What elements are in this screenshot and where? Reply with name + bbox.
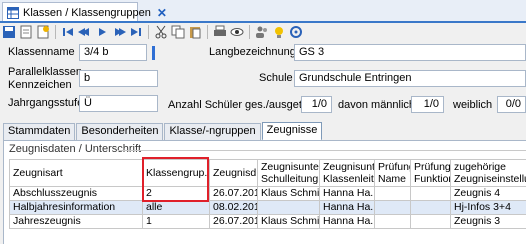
column-header-klassenleitung[interactable]: ZeugnisunteKlassenleitun bbox=[319, 159, 375, 187]
column-header-zeugnisart[interactable]: Zeugnisart bbox=[9, 159, 143, 187]
section-title: Zeugnisdaten / Unterschrift bbox=[9, 143, 142, 155]
schule-field[interactable]: Grundschule Entringen bbox=[294, 70, 526, 87]
cell-zeugniseinstellung[interactable]: Zeugnis 3 bbox=[450, 214, 526, 229]
cell-zeugnisart[interactable]: Jahreszeugnis bbox=[9, 214, 143, 229]
cell-klassengruppe[interactable]: 2 bbox=[142, 186, 210, 201]
cell-pruefung-name[interactable] bbox=[374, 214, 411, 229]
cell-datum[interactable]: 26.07.2019 bbox=[209, 214, 258, 229]
table-row[interactable]: Jahreszeugnis 1 26.07.2019 Klaus Schmi..… bbox=[9, 214, 526, 229]
required-marker bbox=[152, 46, 155, 60]
column-header-zeugnisdatum[interactable]: Zeugnisd... bbox=[209, 159, 258, 187]
column-header-pruefung-name[interactable]: PrüfungName bbox=[374, 159, 411, 187]
first-icon[interactable] bbox=[61, 25, 75, 39]
weiblich-label: weiblich bbox=[453, 99, 493, 111]
column-header-pruefung-funktion[interactable]: PrüfungsFunktion bbox=[410, 159, 451, 187]
table-row[interactable]: Halbjahresinformation alle 08.02.2019 Ha… bbox=[9, 200, 526, 215]
cell-zeugniseinstellung[interactable]: Zeugnis 4 bbox=[450, 186, 526, 201]
cell-pruefung-funktion[interactable] bbox=[410, 214, 451, 229]
anzahl-schueler-field: 1/0 bbox=[301, 96, 332, 113]
section-divider bbox=[118, 150, 526, 151]
cell-zeugniseinstellung[interactable]: Hj-Infos 3+4 bbox=[450, 200, 526, 215]
table-row[interactable]: Abschlusszeugnis 2 26.07.2019 Klaus Schm… bbox=[9, 186, 526, 201]
cell-datum[interactable]: 08.02.2019 bbox=[209, 200, 258, 215]
next-icon[interactable] bbox=[112, 25, 126, 39]
settings-icon[interactable] bbox=[289, 25, 303, 39]
cell-klassenleitung[interactable]: Hanna Ha... bbox=[319, 186, 375, 201]
toolbar-separator bbox=[207, 25, 208, 39]
table-icon bbox=[7, 6, 19, 19]
parallelklassen-field[interactable]: b bbox=[79, 70, 158, 87]
column-header-schulleitung[interactable]: Zeugnisunter Schulleitung bbox=[257, 159, 320, 187]
langbezeichnung-field[interactable]: GS 3 bbox=[294, 44, 526, 61]
weiblich-field: 0/0 bbox=[497, 96, 526, 113]
title-bar: Klassen / Klassengruppen ✕ bbox=[0, 0, 526, 23]
cell-zeugnisart[interactable]: Halbjahresinformation bbox=[9, 200, 143, 215]
prev-icon[interactable] bbox=[78, 25, 92, 39]
tab-bar: Stammdaten Besonderheiten Klasse/-ngrupp… bbox=[3, 122, 323, 141]
maennlich-field: 1/0 bbox=[411, 96, 444, 113]
cell-klassenleitung[interactable]: Hanna Ha... bbox=[319, 214, 375, 229]
document-tab[interactable]: Klassen / Klassengruppen ✕ bbox=[2, 2, 167, 22]
cell-schulleitung[interactable] bbox=[257, 200, 320, 215]
toolbar-separator bbox=[148, 25, 149, 39]
tab-besonderheiten[interactable]: Besonderheiten bbox=[76, 123, 164, 140]
tab-klassengruppen[interactable]: Klasse/-ngruppen bbox=[164, 123, 261, 140]
save-icon[interactable] bbox=[2, 25, 16, 39]
print-icon[interactable] bbox=[213, 25, 227, 39]
column-highlight-marker bbox=[142, 159, 144, 186]
document-icon[interactable] bbox=[19, 25, 33, 39]
table-header-row: Zeugnisart Klassengrup... Zeugnisd... Ze… bbox=[9, 159, 526, 187]
maennlich-label: davon männlich bbox=[338, 99, 416, 111]
tab-zeugnisse[interactable]: Zeugnisse bbox=[261, 122, 323, 141]
toolbar-separator bbox=[55, 25, 56, 39]
cell-pruefung-funktion[interactable] bbox=[410, 200, 451, 215]
copy-icon[interactable] bbox=[171, 25, 185, 39]
klassenname-label: Klassenname bbox=[8, 46, 75, 58]
last-icon[interactable] bbox=[129, 25, 143, 39]
cell-pruefung-name[interactable] bbox=[374, 186, 411, 201]
cell-datum[interactable]: 26.07.2019 bbox=[209, 186, 258, 201]
new-icon[interactable] bbox=[36, 25, 50, 39]
jahrgangsstufe-label: Jahrgangsstufe bbox=[8, 97, 84, 109]
preview-icon[interactable] bbox=[230, 25, 244, 39]
klassenname-field[interactable]: 3/4 b bbox=[79, 44, 147, 61]
cell-schulleitung[interactable]: Klaus Schmi... bbox=[257, 186, 320, 201]
parallelklassen-label: Parallelklassen Kennzeichen bbox=[8, 66, 82, 91]
anzahl-schueler-label: Anzahl Schüler ges./ausgetr. bbox=[168, 99, 309, 111]
toolbar-separator bbox=[249, 25, 250, 39]
paste-icon[interactable] bbox=[188, 25, 202, 39]
langbezeichnung-label: Langbezeichnung bbox=[209, 46, 296, 58]
column-header-zeugniseinstellung[interactable]: zugehörigeZeugniseinstellung bbox=[450, 159, 526, 187]
play-icon[interactable] bbox=[95, 25, 109, 39]
column-header-klassengruppe[interactable]: Klassengrup... bbox=[142, 159, 210, 187]
zeugnis-table: Zeugnisart Klassengrup... Zeugnisd... Ze… bbox=[9, 159, 526, 229]
tab-stammdaten[interactable]: Stammdaten bbox=[3, 123, 76, 140]
jahrgangsstufe-field[interactable]: Ü bbox=[79, 95, 158, 112]
document-tab-title: Klassen / Klassengruppen bbox=[23, 6, 151, 19]
toolbar bbox=[0, 23, 526, 41]
users-icon[interactable] bbox=[255, 25, 269, 39]
schule-label: Schule bbox=[259, 72, 293, 84]
cut-icon[interactable] bbox=[154, 25, 168, 39]
cell-zeugnisart[interactable]: Abschlusszeugnis bbox=[9, 186, 143, 201]
cell-pruefung-funktion[interactable] bbox=[410, 186, 451, 201]
cell-klassengruppe[interactable]: 1 bbox=[142, 214, 210, 229]
lamp-icon[interactable] bbox=[272, 25, 286, 39]
cell-klassengruppe[interactable]: alle bbox=[142, 200, 210, 215]
cell-klassenleitung[interactable]: Hanna Ha... bbox=[319, 200, 375, 215]
cell-pruefung-name[interactable] bbox=[374, 200, 411, 215]
close-icon[interactable]: ✕ bbox=[157, 6, 167, 20]
cell-schulleitung[interactable]: Klaus Schmi... bbox=[257, 214, 320, 229]
